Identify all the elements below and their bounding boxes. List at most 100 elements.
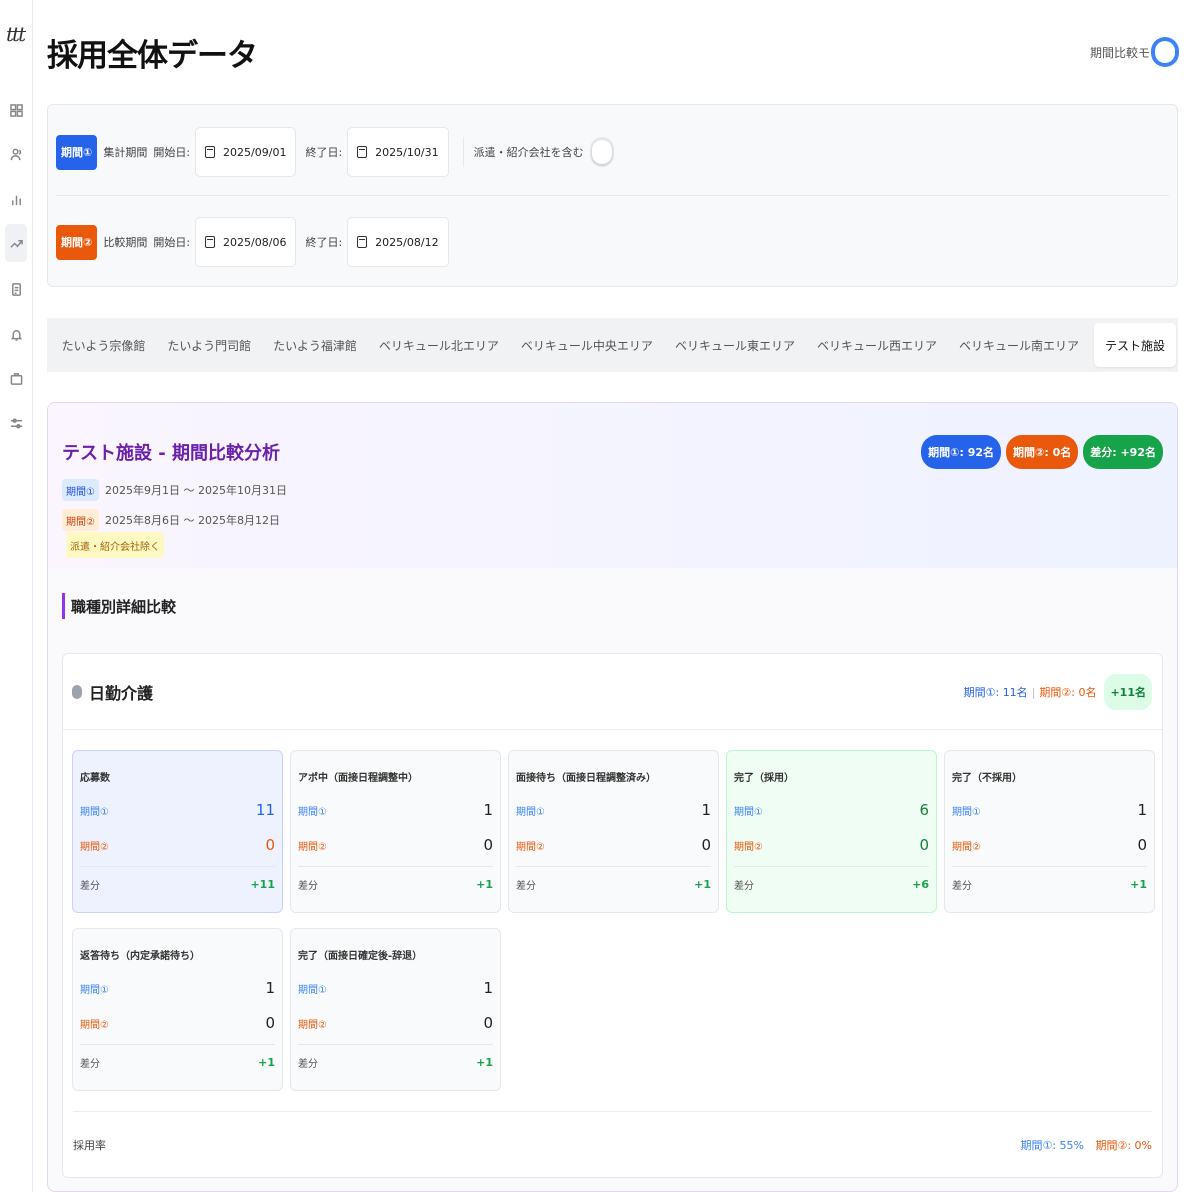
status-dot-icon: [72, 685, 82, 699]
divider: [80, 866, 275, 867]
metric-period2-label: 期間②: [516, 841, 545, 853]
job-period1-count: 期間①: 11名: [963, 686, 1028, 699]
metric-title: 応募数: [80, 773, 110, 784]
period-filter-panel: 期間① 集計期間 開始日: 2025/09/01 終了日: 2025/10/31…: [47, 104, 1178, 287]
dispatch-include-toggle[interactable]: [589, 137, 614, 167]
sidebar: ttt: [0, 0, 33, 1192]
metric-diff-row: 差分 +1: [952, 877, 1147, 892]
app-logo[interactable]: ttt: [6, 22, 26, 46]
metric-diff-row: 差分 +11: [80, 877, 275, 892]
metric-period2-label: 期間②: [734, 841, 763, 853]
section-title: 職種別詳細比較: [62, 593, 176, 619]
metric-diff-value: +1: [476, 878, 493, 891]
metric-title: アポ中（面接日程調整中）: [298, 773, 418, 784]
period2-filter-row: 期間② 比較期間 開始日: 2025/08/06 終了日: 2025/08/12: [56, 217, 449, 267]
period2-end-date-input[interactable]: 2025/08/12: [347, 217, 449, 267]
metric-period2-row: 期間② 0: [80, 1014, 275, 1032]
users-icon[interactable]: [6, 144, 26, 164]
metric-title: 面接待ち（面接日程調整済み）: [516, 773, 656, 784]
period1-tag: 期間①: [56, 134, 98, 170]
metric-diff-value: +1: [258, 1056, 275, 1069]
grid-icon[interactable]: [6, 100, 26, 120]
metric-period2-label: 期間②: [80, 1019, 109, 1031]
compare-mode-toggle[interactable]: [1151, 37, 1179, 67]
metric-diff-value: +6: [912, 878, 929, 891]
facility-tabs-list: いよう土井館たいよう古賀館たいよう若松館たいよう春日館たいよう宗像館たいよう門司…: [47, 318, 1176, 372]
period1-start-date-input[interactable]: 2025/09/01: [195, 127, 297, 177]
divider: [56, 195, 1169, 196]
tab-facility[interactable]: ベリキュール東エリア: [664, 323, 806, 367]
analysis-header: テスト施設 - 期間比較分析 期間① 2025年9月1日 ～ 2025年10月3…: [48, 403, 1177, 568]
job-type-name: 日勤介護: [89, 684, 154, 703]
facility-tabs: いよう土井館たいよう古賀館たいよう若松館たいよう春日館たいよう宗像館たいよう門司…: [47, 318, 1178, 372]
hire-rate-period1: 期間①: 55%: [1020, 1138, 1084, 1152]
divider: [298, 866, 493, 867]
toggle-knob: [591, 140, 612, 164]
metric-period2-value: 0: [701, 836, 711, 854]
metric-diff-label: 差分: [952, 881, 972, 892]
tab-facility[interactable]: たいよう門司館: [156, 323, 262, 367]
job-period2-count: 期間②: 0名: [1039, 686, 1097, 699]
page-title: 採用全体データ: [47, 38, 258, 74]
briefcase-icon[interactable]: [6, 368, 26, 388]
tab-facility[interactable]: ベリキュール北エリア: [368, 323, 510, 367]
metric-card: 完了（不採用） 期間① 1 期間② 0 差分 +1: [944, 750, 1155, 913]
metric-period2-row: 期間② 0: [516, 836, 711, 854]
hire-rate-label: 採用率: [73, 1138, 106, 1152]
metric-period1-value: 1: [483, 979, 493, 997]
divider: [462, 137, 464, 167]
metric-period2-value: 0: [265, 836, 275, 854]
metric-diff-label: 差分: [80, 881, 100, 892]
metric-diff-value: +1: [694, 878, 711, 891]
period1-filter-row: 期間① 集計期間 開始日: 2025/09/01 終了日: 2025/10/31…: [56, 127, 614, 177]
period2-end-label: 終了日:: [305, 236, 343, 249]
job-type-card: 日勤介護 期間①: 11名 | 期間②: 0名 +11名 応募数 期間① 11 期間②…: [62, 653, 1163, 1178]
metric-card: アポ中（面接日程調整中） 期間① 1 期間② 0 差分 +1: [290, 750, 501, 913]
trending-up-icon[interactable]: [5, 224, 27, 262]
tab-facility[interactable]: ベリキュール中央エリア: [510, 323, 664, 367]
toggle-knob: [1155, 41, 1175, 63]
period1-total-badge: 期間①: 92名: [921, 435, 1002, 469]
metric-period2-row: 期間② 0: [298, 1014, 493, 1032]
tab-facility[interactable]: ベリキュール西エリア: [806, 323, 948, 367]
period1-range: 2025年9月1日 ～ 2025年10月31日: [104, 484, 287, 497]
divider: [516, 866, 711, 867]
metric-period2-value: 0: [1137, 836, 1147, 854]
period2-tag: 期間②: [56, 224, 98, 260]
bar-chart-icon[interactable]: [6, 189, 26, 209]
period2-range-line: 期間② 2025年8月6日 ～ 2025年8月12日: [62, 509, 280, 531]
metric-period1-label: 期間①: [80, 806, 109, 818]
period1-end-date-input[interactable]: 2025/10/31: [347, 127, 449, 177]
settings-sliders-icon[interactable]: [6, 413, 26, 433]
metric-diff-label: 差分: [298, 881, 318, 892]
period2-start-date-input[interactable]: 2025/08/06: [195, 217, 297, 267]
divider: [952, 866, 1147, 867]
metric-period1-value: 1: [483, 801, 493, 819]
tab-facility[interactable]: たいよう宗像館: [51, 323, 157, 367]
metric-period2-value: 0: [483, 836, 493, 854]
period2-total-badge: 期間②: 0名: [1006, 435, 1079, 469]
analysis-title: テスト施設 - 期間比較分析: [62, 443, 281, 464]
calendar-icon: [357, 146, 368, 158]
divider: [298, 1044, 493, 1045]
calendar-icon: [357, 236, 368, 248]
metric-period1-value: 1: [1137, 801, 1147, 819]
job-type-header[interactable]: 日勤介護 期間①: 11名 | 期間②: 0名 +11名: [63, 654, 1162, 730]
document-icon[interactable]: [6, 279, 26, 299]
diff-total-badge: 差分: +92名: [1083, 435, 1163, 469]
metric-title: 完了（面接日確定後-辞退）: [298, 951, 423, 962]
period1-end-value: 2025/10/31: [375, 145, 439, 159]
tab-facility[interactable]: テスト施設: [1093, 323, 1176, 367]
bell-icon[interactable]: [6, 324, 26, 344]
tab-facility[interactable]: たいよう福津館: [262, 323, 368, 367]
metric-period1-value: 11: [255, 801, 275, 819]
tab-facility[interactable]: ベリキュール南エリア: [948, 323, 1090, 367]
metric-period2-label: 期間②: [298, 1019, 327, 1031]
metric-period1-label: 期間①: [952, 806, 981, 818]
metric-diff-value: +1: [1130, 878, 1147, 891]
period1-range-line: 期間① 2025年9月1日 ～ 2025年10月31日: [62, 479, 287, 501]
metric-diff-row: 差分 +1: [80, 1055, 275, 1070]
metric-diff-label: 差分: [516, 881, 536, 892]
metric-title: 返答待ち（内定承諾待ち）: [80, 951, 200, 962]
metric-diff-label: 差分: [734, 881, 754, 892]
